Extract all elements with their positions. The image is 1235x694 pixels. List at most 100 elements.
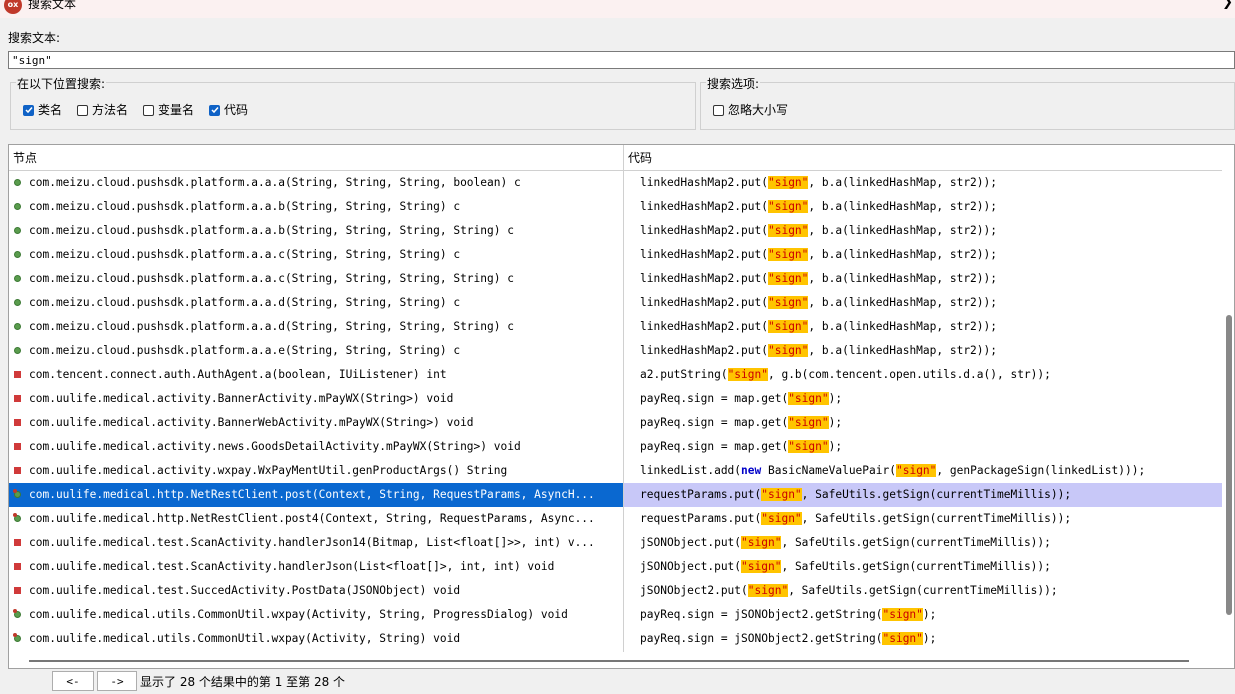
code-cell[interactable]: linkedHashMap2.put("sign", b.a(linkedHas… bbox=[624, 339, 1222, 363]
node-cell[interactable]: com.uulife.medical.test.ScanActivity.han… bbox=[9, 531, 623, 555]
table-row[interactable]: com.meizu.cloud.pushsdk.platform.a.a.a(S… bbox=[9, 171, 1222, 195]
node-cell[interactable]: com.meizu.cloud.pushsdk.platform.a.a.a(S… bbox=[9, 171, 623, 195]
table-row[interactable]: com.uulife.medical.utils.CommonUtil.wxpa… bbox=[9, 603, 1222, 627]
code-text: , b.a(linkedHashMap, str2)); bbox=[808, 272, 997, 285]
node-cell[interactable]: com.uulife.medical.http.NetRestClient.po… bbox=[9, 507, 623, 531]
column-header-node[interactable]: 节点 bbox=[9, 145, 623, 171]
checkbox-label: 方法名 bbox=[92, 103, 129, 117]
table-row[interactable]: com.uulife.medical.http.NetRestClient.po… bbox=[9, 507, 1222, 531]
code-text: requestParams.put( bbox=[640, 512, 762, 525]
code-text: linkedHashMap2.put( bbox=[640, 296, 768, 309]
table-row[interactable]: com.meizu.cloud.pushsdk.platform.a.a.d(S… bbox=[9, 291, 1222, 315]
search-match: "sign" bbox=[747, 584, 789, 597]
code-cell[interactable]: jSONObject.put("sign", SafeUtils.getSign… bbox=[624, 531, 1222, 555]
node-cell[interactable]: com.uulife.medical.utils.CommonUtil.wxpa… bbox=[9, 603, 623, 627]
close-icon[interactable]: ❯ bbox=[1222, 0, 1233, 11]
table-row[interactable]: com.uulife.medical.activity.BannerWebAct… bbox=[9, 411, 1222, 435]
node-cell[interactable]: com.uulife.medical.activity.news.GoodsDe… bbox=[9, 435, 623, 459]
node-cell[interactable]: com.meizu.cloud.pushsdk.platform.a.a.d(S… bbox=[9, 291, 623, 315]
checkbox-icon[interactable] bbox=[209, 104, 220, 116]
method-icon bbox=[14, 299, 21, 306]
code-cell[interactable]: payReq.sign = map.get("sign"); bbox=[624, 387, 1222, 411]
node-cell[interactable]: com.uulife.medical.activity.wxpay.WxPayM… bbox=[9, 459, 623, 483]
search-match: "sign" bbox=[788, 440, 829, 453]
code-cell[interactable]: payReq.sign = jSONObject2.getString("sig… bbox=[624, 627, 1222, 651]
table-row[interactable]: com.uulife.medical.utils.CommonUtil.wxpa… bbox=[9, 627, 1222, 651]
search-match: "sign" bbox=[727, 368, 768, 381]
table-row[interactable]: com.uulife.medical.test.ScanActivity.han… bbox=[9, 555, 1222, 579]
column-header-code[interactable]: 代码 bbox=[624, 145, 1222, 171]
code-cell[interactable]: payReq.sign = map.get("sign"); bbox=[624, 411, 1222, 435]
vertical-scrollbar[interactable] bbox=[1226, 315, 1232, 615]
code-cell[interactable]: linkedHashMap2.put("sign", b.a(linkedHas… bbox=[624, 267, 1222, 291]
code-text: , b.a(linkedHashMap, str2)); bbox=[808, 200, 997, 213]
window-title: 搜索文本 bbox=[28, 0, 77, 11]
node-cell[interactable]: com.uulife.medical.utils.CommonUtil.wxpa… bbox=[9, 627, 623, 651]
checkbox-ignore-case[interactable]: 忽略大小写 bbox=[713, 102, 788, 118]
code-cell[interactable]: linkedHashMap2.put("sign", b.a(linkedHas… bbox=[624, 243, 1222, 267]
checkbox-code[interactable]: 代码 bbox=[209, 102, 248, 118]
table-row[interactable]: com.tencent.connect.auth.AuthAgent.a(boo… bbox=[9, 363, 1222, 387]
node-cell[interactable]: com.tencent.connect.auth.AuthAgent.a(boo… bbox=[9, 363, 623, 387]
search-match: "sign" bbox=[761, 488, 802, 501]
table-row[interactable]: com.uulife.medical.test.SuccedActivity.P… bbox=[9, 579, 1222, 603]
code-cell[interactable]: linkedList.add(new BasicNameValuePair("s… bbox=[624, 459, 1222, 483]
code-text: payReq.sign = map.get( bbox=[640, 392, 789, 405]
prev-page-button[interactable]: <- bbox=[52, 671, 94, 691]
node-cell[interactable]: com.uulife.medical.test.SuccedActivity.P… bbox=[9, 579, 623, 603]
checkbox-icon[interactable] bbox=[143, 104, 154, 116]
checkbox-icon[interactable] bbox=[713, 104, 724, 116]
table-row[interactable]: com.uulife.medical.test.ScanActivity.han… bbox=[9, 531, 1222, 555]
next-page-button[interactable]: -> bbox=[97, 671, 137, 691]
field-icon bbox=[14, 587, 21, 594]
checkbox-icon[interactable] bbox=[23, 104, 34, 116]
node-cell[interactable]: com.uulife.medical.http.NetRestClient.po… bbox=[9, 483, 623, 507]
table-row[interactable]: com.uulife.medical.http.NetRestClient.po… bbox=[9, 483, 1222, 507]
code-cell[interactable]: payReq.sign = jSONObject2.getString("sig… bbox=[624, 603, 1222, 627]
table-row[interactable]: com.uulife.medical.activity.BannerActivi… bbox=[9, 387, 1222, 411]
checkbox-icon[interactable] bbox=[77, 104, 88, 116]
code-cell[interactable]: linkedHashMap2.put("sign", b.a(linkedHas… bbox=[624, 315, 1222, 339]
node-cell[interactable]: com.uulife.medical.test.ScanActivity.han… bbox=[9, 555, 623, 579]
checkbox-variable-name[interactable]: 变量名 bbox=[143, 102, 194, 118]
node-cell[interactable]: com.meizu.cloud.pushsdk.platform.a.a.b(S… bbox=[9, 219, 623, 243]
table-row[interactable]: com.meizu.cloud.pushsdk.platform.a.a.d(S… bbox=[9, 315, 1222, 339]
table-row[interactable]: com.uulife.medical.activity.news.GoodsDe… bbox=[9, 435, 1222, 459]
node-cell[interactable]: com.meizu.cloud.pushsdk.platform.a.a.e(S… bbox=[9, 339, 623, 363]
code-cell[interactable]: requestParams.put("sign", SafeUtils.getS… bbox=[624, 483, 1222, 507]
node-cell[interactable]: com.uulife.medical.activity.BannerWebAct… bbox=[9, 411, 623, 435]
horizontal-scrollbar[interactable] bbox=[29, 660, 1189, 662]
code-cell[interactable]: linkedHashMap2.put("sign", b.a(linkedHas… bbox=[624, 219, 1222, 243]
table-row[interactable]: com.uulife.medical.activity.wxpay.WxPayM… bbox=[9, 459, 1222, 483]
method-icon bbox=[14, 203, 21, 210]
table-row[interactable]: com.meizu.cloud.pushsdk.platform.a.a.e(S… bbox=[9, 339, 1222, 363]
code-cell[interactable]: a2.putString("sign", g.b(com.tencent.ope… bbox=[624, 363, 1222, 387]
node-cell[interactable]: com.uulife.medical.activity.BannerActivi… bbox=[9, 387, 623, 411]
code-cell[interactable]: jSONObject2.put("sign", SafeUtils.getSig… bbox=[624, 579, 1222, 603]
table-row[interactable]: com.meizu.cloud.pushsdk.platform.a.a.b(S… bbox=[9, 219, 1222, 243]
method-icon bbox=[14, 275, 21, 282]
node-cell[interactable]: com.meizu.cloud.pushsdk.platform.a.a.c(S… bbox=[9, 267, 623, 291]
checkbox-class-name[interactable]: 类名 bbox=[23, 102, 62, 118]
code-cell[interactable]: linkedHashMap2.put("sign", b.a(linkedHas… bbox=[624, 171, 1222, 195]
node-cell[interactable]: com.meizu.cloud.pushsdk.platform.a.a.d(S… bbox=[9, 315, 623, 339]
table-row[interactable]: com.meizu.cloud.pushsdk.platform.a.a.c(S… bbox=[9, 243, 1222, 267]
checkbox-method-name[interactable]: 方法名 bbox=[77, 102, 128, 118]
search-input[interactable] bbox=[8, 51, 1235, 69]
code-cell[interactable]: payReq.sign = map.get("sign"); bbox=[624, 435, 1222, 459]
footer-bar: <- -> 显示了 28 个结果中的第 1 至第 28 个 bbox=[0, 670, 1235, 694]
field-icon bbox=[14, 539, 21, 546]
code-text: , b.a(linkedHashMap, str2)); bbox=[808, 248, 997, 261]
node-cell[interactable]: com.meizu.cloud.pushsdk.platform.a.a.c(S… bbox=[9, 243, 623, 267]
table-row[interactable]: com.meizu.cloud.pushsdk.platform.a.a.b(S… bbox=[9, 195, 1222, 219]
table-row[interactable]: com.meizu.cloud.pushsdk.platform.a.a.c(S… bbox=[9, 267, 1222, 291]
code-cell[interactable]: requestParams.put("sign", SafeUtils.getS… bbox=[624, 507, 1222, 531]
node-cell[interactable]: com.meizu.cloud.pushsdk.platform.a.a.b(S… bbox=[9, 195, 623, 219]
search-match: "sign" bbox=[882, 608, 923, 621]
code-cell[interactable]: jSONObject.put("sign", SafeUtils.getSign… bbox=[624, 555, 1222, 579]
code-text: payReq.sign = map.get( bbox=[640, 440, 789, 453]
code-cell[interactable]: linkedHashMap2.put("sign", b.a(linkedHas… bbox=[624, 291, 1222, 315]
code-cell[interactable]: linkedHashMap2.put("sign", b.a(linkedHas… bbox=[624, 195, 1222, 219]
code-text: jSONObject2.put( bbox=[640, 584, 748, 597]
node-text: com.uulife.medical.activity.BannerWebAct… bbox=[29, 416, 474, 429]
